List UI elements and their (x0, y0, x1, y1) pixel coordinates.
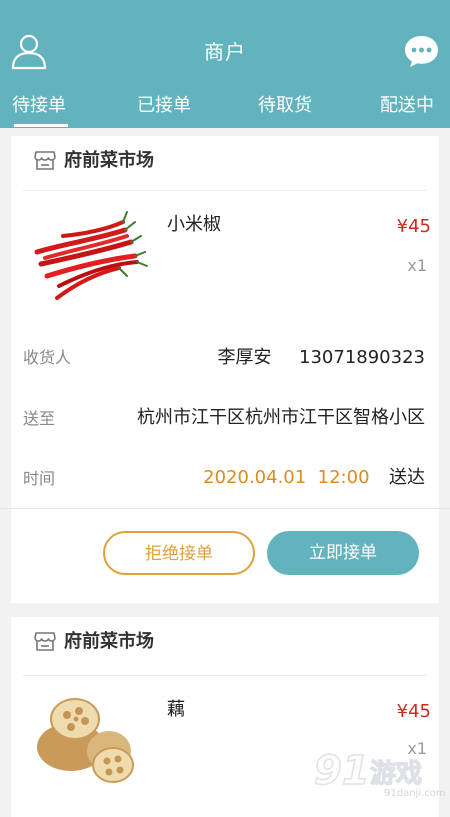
product-price: ¥45 (396, 701, 431, 722)
order-status-tabs: 待接单 已接单 待取货 配送中 (0, 86, 450, 128)
chat-bubble-icon[interactable] (403, 34, 440, 69)
delivery-time-suffix: 送达 (389, 467, 425, 488)
delivery-time: 2020.04.01 12:00 送达 (203, 463, 425, 489)
tab-pending[interactable]: 待接单 (12, 91, 66, 117)
delivery-address: 杭州市江干区杭州市江干区智格小区 (137, 407, 425, 428)
reject-order-button[interactable]: 拒绝接单 (103, 531, 255, 575)
site-watermark-logo: 91 游戏 91danji.com (313, 747, 446, 799)
store-icon (34, 632, 56, 651)
chili-product-image (23, 200, 151, 308)
receiver-label: 收货人 (23, 348, 72, 367)
address-label: 送至 (23, 409, 56, 428)
section-divider (0, 508, 450, 509)
shop-header[interactable]: 府前菜市场 (11, 136, 439, 188)
shop-header[interactable]: 府前菜市场 (11, 617, 439, 669)
watermark-text: 游戏 (370, 759, 422, 789)
shop-name: 府前菜市场 (64, 631, 154, 652)
receiver-info: 李厚安 13071890323 (218, 343, 425, 369)
tab-awaiting-pickup[interactable]: 待取货 (258, 91, 312, 117)
app-header: 商户 待接单 已接单 待取货 配送中 (0, 0, 450, 128)
tab-delivering[interactable]: 配送中 (380, 91, 434, 117)
accept-order-button[interactable]: 立即接单 (267, 531, 419, 575)
divider (23, 675, 427, 676)
time-label: 时间 (23, 469, 56, 488)
delivery-time-value: 2020.04.01 12:00 (203, 467, 370, 488)
product-quantity: x1 (407, 256, 427, 275)
product-name: 小米椒 (167, 214, 221, 235)
page-title: 商户 (204, 40, 246, 64)
svg-text:91: 91 (314, 748, 370, 794)
tab-accepted[interactable]: 已接单 (137, 91, 191, 117)
product-price: ¥45 (396, 216, 431, 237)
lotus-root-product-image (23, 685, 151, 793)
receiver-phone[interactable]: 13071890323 (299, 347, 425, 368)
divider (23, 190, 427, 191)
receiver-name: 李厚安 (217, 347, 272, 368)
watermark-subtext: 91danji.com (384, 788, 446, 799)
active-tab-indicator (14, 124, 68, 127)
shop-name: 府前菜市场 (64, 150, 154, 171)
product-name: 藕 (167, 699, 185, 720)
store-icon (34, 151, 56, 170)
